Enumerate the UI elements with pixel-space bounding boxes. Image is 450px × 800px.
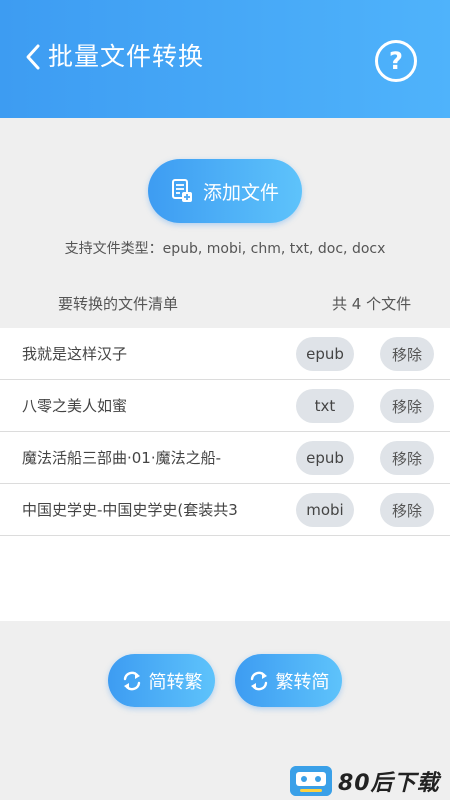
file-list: 我就是这样汉子 epub 移除 八零之美人如蜜 txt 移除 魔法活船三部曲·0… [0, 328, 450, 621]
file-type-badge: epub [296, 441, 354, 475]
convert-arrows-icon [123, 671, 140, 690]
file-type-badge: mobi [296, 493, 354, 527]
file-name: 我就是这样汉子 [22, 345, 128, 363]
remove-button[interactable]: 移除 [380, 441, 434, 475]
help-button[interactable]: ? [375, 40, 417, 82]
back-button[interactable] [20, 40, 46, 74]
file-row: 魔法活船三部曲·01·魔法之船- epub 移除 [0, 432, 450, 484]
convert-label: 简转繁 [148, 671, 203, 693]
simplified-to-traditional-button[interactable]: 简转繁 [108, 654, 215, 707]
file-count: 共 4 个文件 [332, 295, 412, 313]
file-type-badge: epub [296, 337, 354, 371]
watermark: 80后下载 [290, 762, 450, 800]
add-file-button[interactable]: 添加文件 [148, 159, 302, 223]
file-type-badge: txt [296, 389, 354, 423]
add-file-icon [171, 179, 192, 202]
watermark-text: 80后下载 [338, 771, 440, 796]
app-header: 批量文件转换 ? [0, 0, 450, 118]
add-file-label: 添加文件 [202, 181, 279, 204]
file-list-title: 要转换的文件清单 [58, 295, 179, 313]
help-icon: ? [389, 47, 403, 75]
supported-types-note: 支持文件类型：epub, mobi, chm, txt, doc, docx [64, 241, 386, 257]
watermark-logo-icon [290, 766, 332, 796]
page-title: 批量文件转换 [48, 42, 205, 71]
remove-button[interactable]: 移除 [380, 493, 434, 527]
file-name: 八零之美人如蜜 [22, 397, 128, 415]
file-row: 我就是这样汉子 epub 移除 [0, 328, 450, 380]
chevron-left-icon [26, 44, 40, 70]
remove-button[interactable]: 移除 [380, 389, 434, 423]
convert-label: 繁转简 [275, 671, 330, 693]
file-row: 八零之美人如蜜 txt 移除 [0, 380, 450, 432]
remove-button[interactable]: 移除 [380, 337, 434, 371]
file-name: 魔法活船三部曲·01·魔法之船- [22, 449, 222, 467]
traditional-to-simplified-button[interactable]: 繁转简 [235, 654, 342, 707]
file-name: 中国史学史-中国史学史(套装共3 [22, 501, 238, 519]
convert-arrows-icon [250, 671, 267, 690]
file-row: 中国史学史-中国史学史(套装共3 mobi 移除 [0, 484, 450, 536]
